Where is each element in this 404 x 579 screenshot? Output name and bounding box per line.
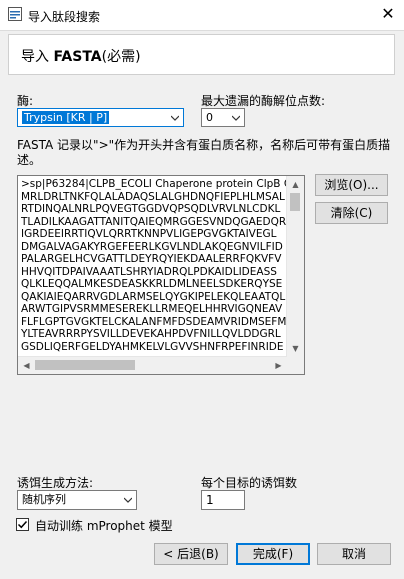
fasta-line: MRLDRLTNKFQLALADAQSLALGHDNQFIEPLHLMSAL: [21, 190, 285, 203]
fasta-line: HHVQITDPAIVAAATLSHRYIADRQLPDKAIDLIDEASS: [21, 265, 277, 278]
window-title: 导入肽段搜索: [28, 10, 101, 24]
enzyme-value: Trypsin [KR | P]: [22, 111, 110, 124]
enzyme-select[interactable]: Trypsin [KR | P]: [17, 108, 184, 127]
fasta-description: FASTA 记录以">"作为开头并含有蛋白质名称，名称后可带有蛋白质描 述。: [17, 138, 392, 168]
browse-button[interactable]: 浏览(O)...: [315, 174, 388, 196]
back-button[interactable]: < 后退(B): [154, 543, 228, 565]
page-header: 导入 FASTA(必需): [8, 34, 395, 75]
horizontal-scrollbar[interactable]: ◀ ▶: [18, 356, 287, 374]
chevron-down-icon: [124, 497, 132, 503]
scroll-up-icon[interactable]: ▲: [287, 176, 304, 193]
scroll-thumb[interactable]: [290, 193, 300, 211]
fasta-line: QAKIAIEQARRVGDLARMSELQYGKIPELEKQLEAATQL: [21, 290, 286, 303]
mprophet-checkbox[interactable]: [16, 518, 29, 531]
decoy-method-value: 随机序列: [22, 493, 66, 506]
decoys-per-target-input[interactable]: 1: [201, 490, 245, 510]
max-missed-label: 最大遗漏的酶解位点数:: [201, 94, 326, 108]
decoys-per-target-label: 每个目标的诱饵数: [201, 476, 298, 490]
chevron-down-icon: [232, 115, 240, 121]
fasta-line: DMGALVAGAKYRGEFEERLKGVLNDLAKQEGNVILFID: [21, 240, 283, 253]
max-missed-select[interactable]: 0: [201, 108, 245, 127]
fasta-line: GSDLIQERFGELDYAHMKELVLGVVSHNFRPEFINRIDE: [21, 340, 284, 353]
fasta-line: RTDINQALNRLPQVEGTGGDVQPSQDLVRVLNLCDKL: [21, 203, 281, 215]
chevron-down-icon: [171, 115, 179, 121]
cancel-button[interactable]: 取消: [317, 543, 391, 565]
title-bar: 导入肽段搜索 ✕: [0, 0, 404, 31]
fasta-description-line1: FASTA 记录以">"作为开头并含有蛋白质名称，名称后可带有蛋白质描: [17, 138, 391, 152]
fasta-description-line2: 述。: [17, 153, 42, 167]
fasta-line: IGRDEEIRRTIQVLQRRTKNNPVLIGEPGVGKTAIVEGL: [21, 228, 277, 240]
fasta-content: >sp|P63284|CLPB_ECOLI Chaperone protein …: [21, 178, 289, 353]
clear-button[interactable]: 清除(C): [315, 202, 388, 224]
checkmark-icon: [17, 520, 28, 529]
fasta-line: FLFLGPTGVGKTELCKALANFMFDSDEAMVRIDMSEFM: [21, 315, 287, 328]
fasta-line: YLTEAVRRRPYSVILLDEVEKAHPDVFNILLQVLDDGRL: [21, 328, 281, 340]
fasta-line: QLKLEQQALMKESDEASKKRLDMLNEELSDKERQYSE: [21, 278, 283, 290]
fasta-line: ARWTGIPVSRMMESEREKLLRMEQELHHRVIGQNEAV: [21, 303, 283, 315]
page-title: 导入 FASTA(必需): [21, 49, 141, 65]
close-icon[interactable]: ✕: [378, 4, 398, 24]
vertical-scrollbar[interactable]: ▲ ▼: [286, 176, 304, 357]
decoy-method-select[interactable]: 随机序列: [17, 490, 137, 510]
fasta-line: PALARGELHCVGATTLDEYRQYIEKDAALERRFQKVFV: [21, 253, 282, 265]
max-missed-value: 0: [206, 111, 213, 124]
finish-button[interactable]: 完成(F): [236, 543, 310, 565]
scroll-corner: [287, 357, 304, 374]
app-icon: [8, 7, 22, 21]
scroll-down-icon[interactable]: ▼: [287, 340, 304, 357]
decoy-method-label: 诱饵生成方法:: [17, 476, 94, 490]
enzyme-label: 酶:: [17, 94, 34, 108]
scroll-right-icon[interactable]: ▶: [270, 357, 287, 374]
fasta-textarea[interactable]: >sp|P63284|CLPB_ECOLI Chaperone protein …: [17, 175, 305, 375]
scroll-thumb[interactable]: [35, 360, 135, 370]
fasta-line: TLADILKAAGATTANITQAIEQMRGGESVNDQGAEDQR: [21, 215, 287, 228]
mprophet-label: 自动训练 mProphet 模型: [35, 519, 173, 533]
scroll-left-icon[interactable]: ◀: [18, 357, 35, 374]
fasta-line: >sp|P63284|CLPB_ECOLI Chaperone protein …: [21, 178, 289, 190]
